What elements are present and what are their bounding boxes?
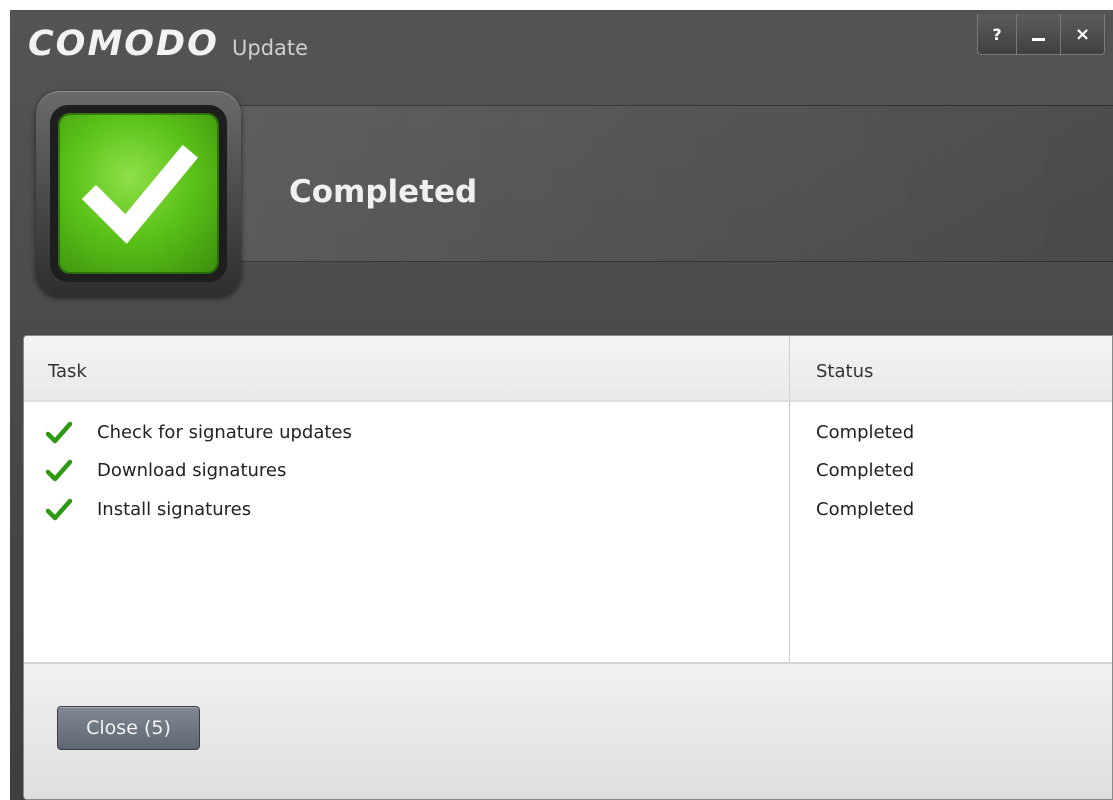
status-label: Completed	[816, 422, 915, 443]
help-icon: ?	[992, 24, 1002, 44]
table-row[interactable]: Download signatures Completed	[24, 452, 1112, 490]
status-hero: Completed	[10, 85, 1113, 320]
check-icon	[46, 498, 72, 521]
comodo-logo: COMODO	[28, 24, 219, 64]
help-button[interactable]: ?	[978, 14, 1016, 54]
close-icon: ×	[1074, 23, 1091, 45]
minimize-button[interactable]	[1016, 14, 1060, 54]
table-row[interactable]: Install signatures Completed	[24, 491, 1112, 529]
check-icon	[46, 421, 72, 444]
big-checkmark-icon	[58, 113, 219, 274]
status-label: Completed	[816, 460, 915, 481]
table-row[interactable]: Check for signature updates Completed	[24, 414, 1112, 452]
check-icon	[46, 459, 72, 482]
close-window-button[interactable]: ×	[1060, 14, 1104, 54]
window-title: Update	[232, 36, 309, 60]
column-header-status[interactable]: Status	[816, 361, 873, 383]
task-label: Download signatures	[97, 460, 287, 481]
task-label: Install signatures	[97, 499, 252, 520]
table-header: Task Status	[24, 336, 1112, 402]
dialog-footer: Close (5)	[24, 662, 1112, 799]
window-controls: ? ×	[977, 14, 1105, 55]
minimize-icon	[1032, 37, 1045, 41]
update-window: COMODO Update ? × Completed Task Status …	[10, 10, 1113, 800]
status-title: Completed	[289, 174, 478, 210]
title-bar[interactable]: COMODO Update ? ×	[10, 10, 1113, 85]
task-panel: Task Status Check for signature updates …	[23, 335, 1113, 800]
task-label: Check for signature updates	[97, 422, 352, 443]
column-header-task[interactable]: Task	[48, 361, 87, 383]
status-label: Completed	[816, 499, 915, 520]
status-icon-frame	[36, 91, 241, 296]
close-button[interactable]: Close (5)	[57, 706, 200, 750]
